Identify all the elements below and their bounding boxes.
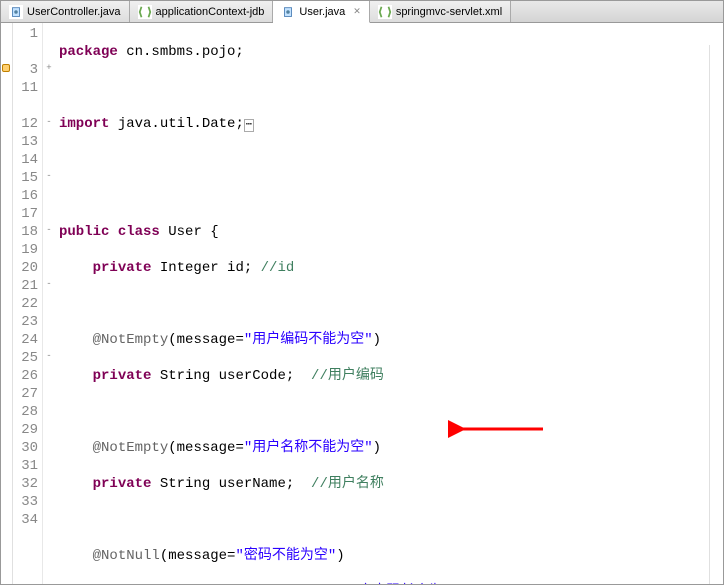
close-icon[interactable]: ✕ — [353, 6, 361, 17]
line-numbers: 1311121314151617181920212223242526272829… — [13, 23, 43, 584]
annotation: @NotEmpty — [93, 440, 169, 456]
text: (message= — [160, 548, 236, 564]
kw: private — [93, 476, 152, 492]
text: User { — [160, 224, 219, 240]
annotation: @NotEmpty — [93, 332, 169, 348]
xml-icon — [138, 5, 152, 19]
text: ) — [373, 332, 381, 348]
kw: import — [59, 116, 109, 132]
tab-label: springmvc-servlet.xml — [396, 6, 502, 18]
text: userCode; — [210, 368, 294, 384]
text: (message= — [168, 440, 244, 456]
string: "用户名称不能为空" — [244, 440, 373, 456]
text: String — [151, 476, 210, 492]
comment: //用户编码 — [294, 368, 384, 384]
text: id; — [219, 260, 253, 276]
text: ) — [373, 440, 381, 456]
tab-appcontext[interactable]: applicationContext-jdb — [130, 1, 274, 22]
text: cn.smbms.pojo; — [118, 44, 244, 60]
comment: //id — [252, 260, 294, 276]
tab-springmvc[interactable]: springmvc-servlet.xml — [370, 1, 511, 22]
text: java.util.Date; — [109, 116, 243, 132]
kw: class — [118, 224, 160, 240]
fold-column[interactable]: +----- — [43, 23, 55, 584]
tab-label: applicationContext-jdb — [156, 6, 265, 18]
text: String — [151, 368, 210, 384]
editor-area[interactable]: 1311121314151617181920212223242526272829… — [1, 23, 723, 584]
kw: private — [93, 260, 152, 276]
tab-label: User.java — [299, 6, 345, 18]
annotation: @NotNull — [93, 548, 160, 564]
annotation-ruler — [1, 23, 13, 584]
tab-usercontroller[interactable]: UserController.java — [1, 1, 130, 22]
folded-indicator[interactable]: ⋯ — [244, 119, 254, 132]
tab-user[interactable]: User.java ✕ — [273, 1, 369, 23]
comment: //用户名称 — [294, 476, 384, 492]
kw: private — [93, 368, 152, 384]
java-icon — [9, 5, 23, 19]
editor-window: UserController.java applicationContext-j… — [0, 0, 724, 585]
warning-icon[interactable] — [2, 64, 10, 72]
overview-ruler[interactable] — [709, 45, 723, 584]
string: "用户编码不能为空" — [244, 332, 373, 348]
kw: public — [59, 224, 109, 240]
java-icon — [281, 5, 295, 19]
tab-label: UserController.java — [27, 6, 121, 18]
tab-bar: UserController.java applicationContext-j… — [1, 1, 723, 23]
string: "密码不能为空" — [235, 548, 336, 564]
text: ) — [336, 548, 344, 564]
text: (message= — [168, 332, 244, 348]
code-content[interactable]: package cn.smbms.pojo; import java.util.… — [55, 23, 723, 584]
xml-icon — [378, 5, 392, 19]
kw: package — [59, 44, 118, 60]
text: userName; — [210, 476, 294, 492]
text: Integer — [151, 260, 218, 276]
